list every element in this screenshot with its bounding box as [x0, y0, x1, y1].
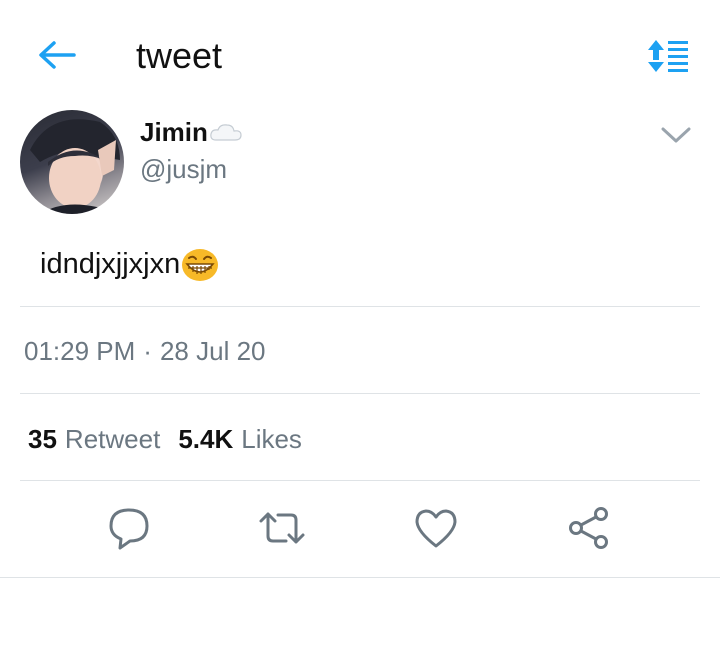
grinning-squinting-face-emoji: [181, 246, 219, 282]
arrow-left-icon: [39, 41, 76, 69]
cloud-emoji: [210, 122, 242, 142]
retweet-count[interactable]: 35: [28, 424, 57, 455]
tweet-date: 28 Jul 20: [159, 336, 266, 366]
tweet-stats: 35 Retweet 5.4K Likes: [28, 424, 302, 455]
author-handle[interactable]: @jusjm: [140, 154, 227, 185]
retweet-label[interactable]: Retweet: [65, 424, 160, 455]
divider: [0, 577, 720, 578]
like-button[interactable]: [412, 504, 460, 552]
tweet-detail-screen: tweet Jimin @jusjm idndjxjjxjxn 01:29 PM…: [0, 0, 720, 670]
tweet-body: idndjxjjxjxn: [40, 248, 181, 280]
share-button[interactable]: [566, 504, 614, 552]
tweet-timestamp: 01:29 PM · 28 Jul 20: [24, 336, 266, 367]
sort-list-icon: [648, 40, 688, 72]
retweet-button[interactable]: [258, 504, 306, 552]
tweet-text: idndjxjjxjxn: [40, 246, 219, 282]
author-name[interactable]: Jimin: [140, 117, 208, 148]
back-button[interactable]: [36, 38, 78, 72]
tweet-time: 01:29 PM: [24, 336, 136, 366]
page-title: tweet: [136, 35, 223, 76]
author-name-row: Jimin: [140, 116, 242, 148]
avatar-image: [30, 119, 120, 214]
top-bar: tweet: [0, 0, 720, 112]
more-options-button[interactable]: [660, 124, 692, 146]
reply-icon: [109, 508, 149, 550]
divider: [20, 306, 700, 307]
sort-button[interactable]: [646, 38, 690, 74]
chevron-down-icon: [661, 127, 691, 143]
divider: [20, 393, 700, 394]
heart-icon: [415, 509, 457, 548]
share-icon: [569, 507, 608, 549]
likes-count[interactable]: 5.4K: [178, 424, 233, 455]
avatar[interactable]: [20, 110, 124, 214]
timestamp-separator: ·: [143, 336, 152, 366]
reply-button[interactable]: [105, 504, 153, 552]
likes-label[interactable]: Likes: [241, 424, 302, 455]
divider: [20, 480, 700, 481]
retweet-icon: [259, 512, 305, 544]
